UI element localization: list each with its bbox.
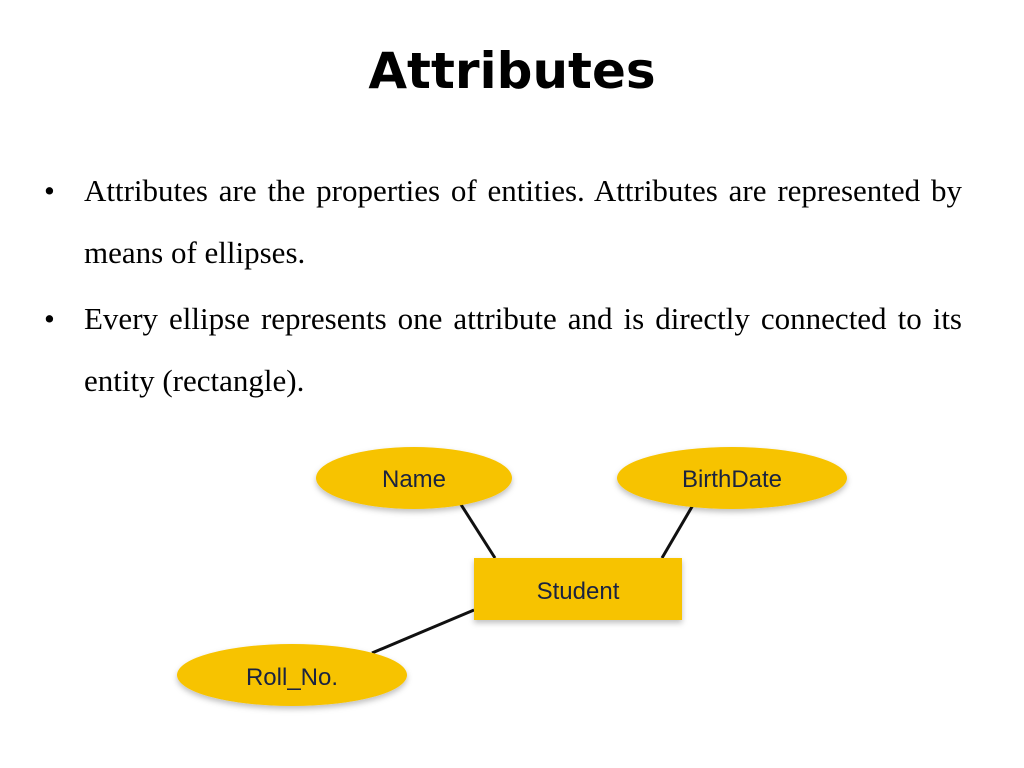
attribute-label: Roll_No. [246,664,338,691]
edge-name-student [458,502,497,559]
attribute-name: Name [316,447,512,509]
attribute-label: Name [382,466,446,493]
attribute-roll-no: Roll_No. [177,644,407,706]
edge-birthdate-student [660,504,695,559]
edge-rollno-student [371,608,475,655]
attribute-label: BirthDate [682,466,782,493]
entity-label: Student [537,578,620,605]
er-diagram: Name BirthDate Student Roll_No. [177,447,847,706]
entity-student: Student [474,558,682,620]
attribute-birthdate: BirthDate [617,447,847,509]
